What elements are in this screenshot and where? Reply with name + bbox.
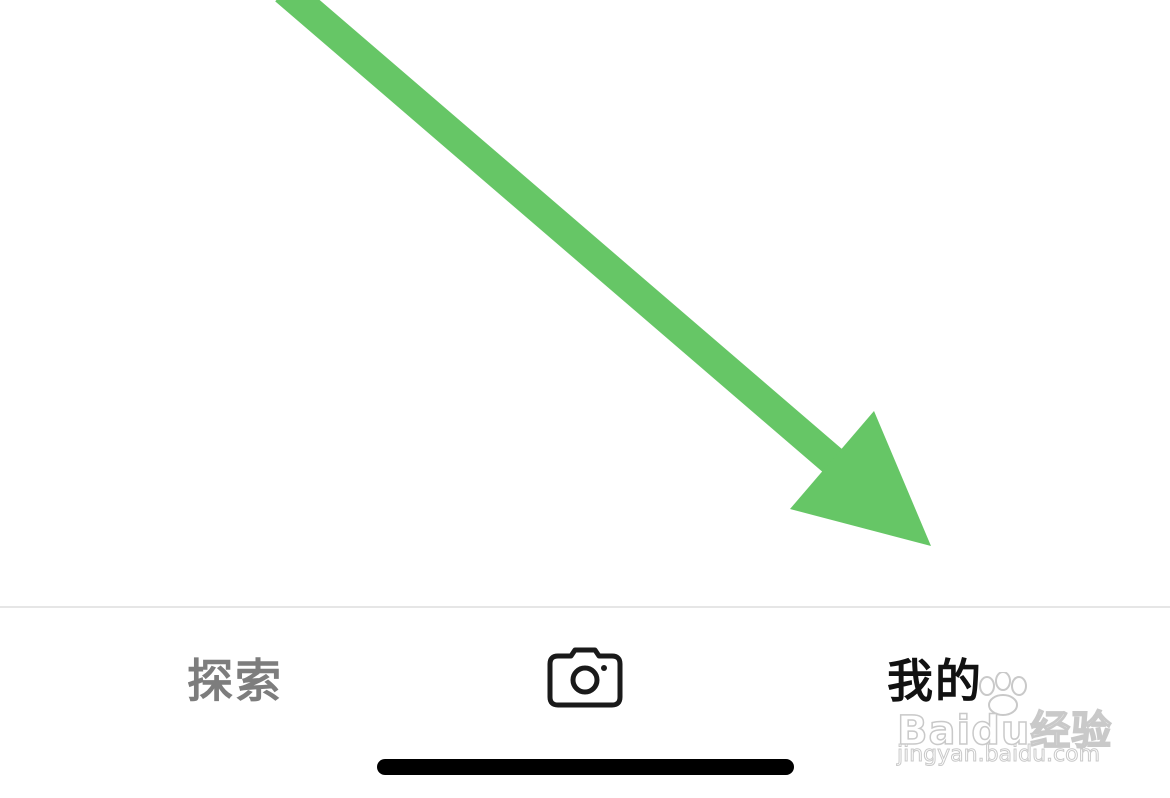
tab-mine-label: 我的 bbox=[887, 654, 983, 708]
home-indicator bbox=[377, 759, 794, 775]
tab-explore-label: 探索 bbox=[187, 654, 283, 708]
content-area bbox=[0, 0, 1170, 606]
tab-mine[interactable]: 我的 bbox=[855, 638, 1015, 718]
tab-explore[interactable]: 探索 bbox=[150, 638, 320, 718]
camera-icon bbox=[546, 647, 624, 709]
tab-camera[interactable] bbox=[535, 638, 635, 718]
